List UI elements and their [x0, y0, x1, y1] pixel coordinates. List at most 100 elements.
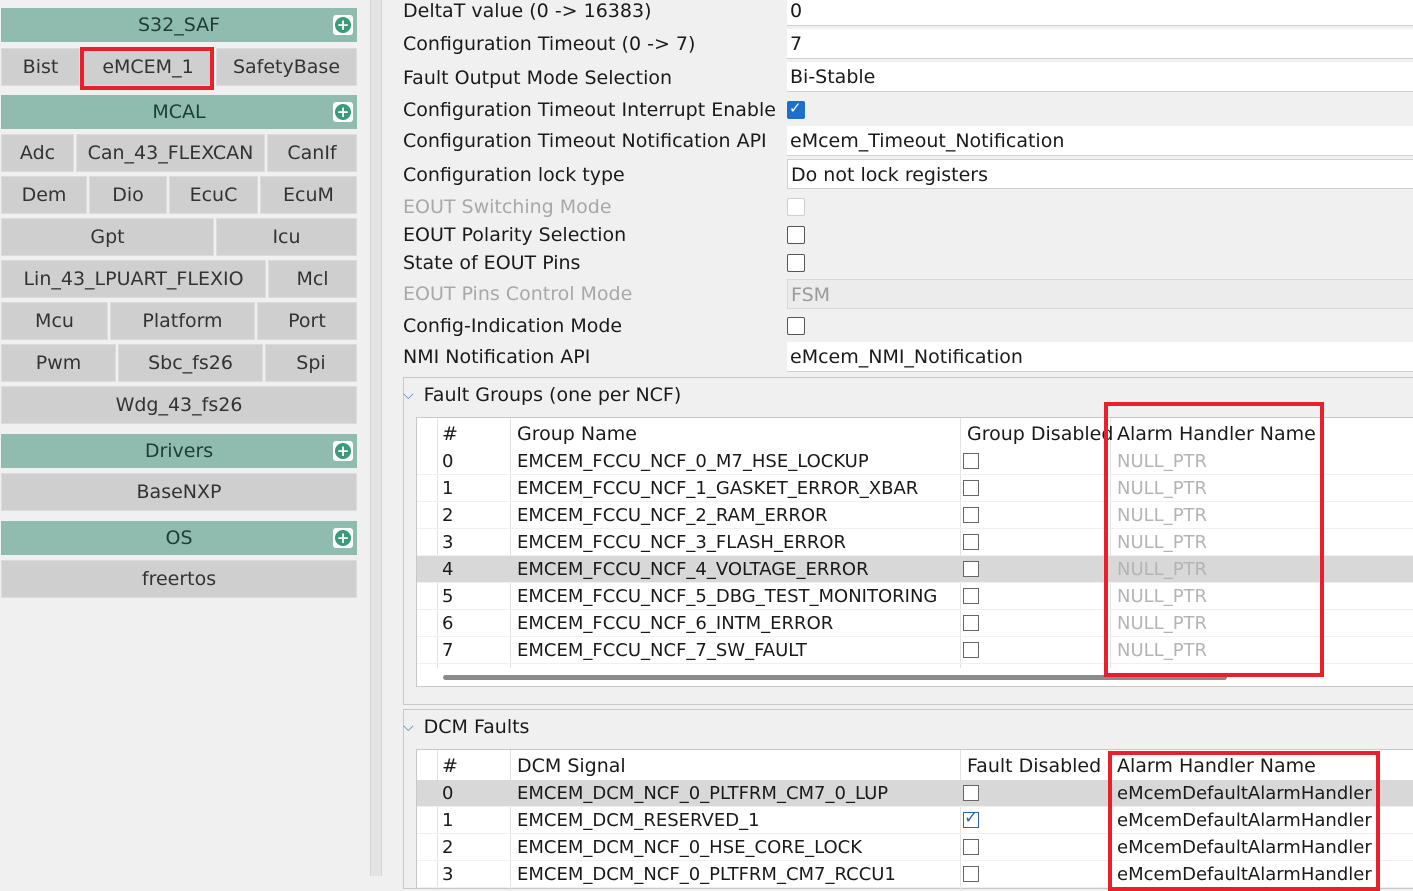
row-disabled-checkbox[interactable]: [963, 556, 979, 582]
prop-label-timeout-notification: Configuration Timeout Notification API: [403, 130, 767, 152]
component-button-safetybase[interactable]: SafetyBase: [216, 48, 357, 86]
prop-label-eout-pins-control: EOUT Pins Control Mode: [403, 283, 633, 305]
prop-input-nmi-notification[interactable]: eMcem_NMI_Notification: [787, 342, 1413, 372]
prop-label-eout-switching: EOUT Switching Mode: [403, 196, 612, 218]
component-button-dem[interactable]: Dem: [1, 176, 87, 214]
row-name: EMCEM_DCM_NCF_0_HSE_CORE_LOCK: [517, 836, 863, 858]
row-disabled-checkbox[interactable]: [963, 834, 979, 860]
component-button-sbc-fs26[interactable]: Sbc_fs26: [118, 344, 263, 382]
plus-circle-icon[interactable]: +: [333, 441, 353, 461]
row-disabled-checkbox[interactable]: [963, 529, 979, 555]
component-button-bist[interactable]: Bist: [1, 48, 80, 86]
row-name: EMCEM_FCCU_NCF_5_DBG_TEST_MONITORING: [517, 585, 938, 607]
column-header-group-disabled: Group Disabled: [967, 423, 1114, 445]
row-disabled-checkbox[interactable]: [963, 780, 979, 806]
column-header-group-name: Group Name: [517, 423, 637, 445]
component-button-can-43-flexcan[interactable]: Can_43_FLEXCAN: [76, 134, 265, 172]
component-button-canif[interactable]: CanIf: [267, 134, 357, 172]
prop-label-lock-type: Configuration lock type: [403, 164, 625, 186]
prop-label-eout-polarity: EOUT Polarity Selection: [403, 224, 627, 246]
row-disabled-checkbox[interactable]: [963, 475, 979, 501]
component-button-basenxp[interactable]: BaseNXP: [1, 473, 357, 511]
column-header-index: #: [442, 755, 458, 777]
row-name: EMCEM_FCCU_NCF_7_SW_FAULT: [517, 639, 807, 661]
column-header-fault-disabled: Fault Disabled: [967, 755, 1102, 777]
component-button-ecum[interactable]: EcuM: [260, 176, 357, 214]
component-button-mcl[interactable]: Mcl: [268, 260, 357, 298]
plus-circle-icon[interactable]: +: [333, 15, 353, 35]
prop-checkbox-config-indication[interactable]: [787, 317, 805, 335]
row-disabled-checkbox[interactable]: [963, 861, 979, 887]
prop-select-lock-type[interactable]: Do not lock registers: [787, 159, 1413, 189]
component-button-wdg-43-fs26[interactable]: Wdg_43_fs26: [1, 386, 357, 424]
group-header-s32-saf[interactable]: S32_SAF +: [1, 8, 357, 42]
component-button-lin-43-lpuart-flexio[interactable]: Lin_43_LPUART_FLEXIO: [1, 260, 266, 298]
component-button-adc[interactable]: Adc: [1, 134, 74, 172]
row-index: 2: [442, 836, 454, 858]
group-title: Drivers: [144, 440, 214, 462]
row-name: EMCEM_FCCU_NCF_0_M7_HSE_LOCKUP: [517, 450, 869, 472]
row-index: 7: [442, 639, 454, 661]
group-title: S32_SAF: [137, 14, 221, 36]
fault-groups-title: Fault Groups (one per NCF): [423, 384, 682, 406]
row-name: EMCEM_FCCU_NCF_3_FLASH_ERROR: [517, 531, 847, 553]
highlight-box-alarm-handler-dcm: [1108, 751, 1380, 891]
prop-label-fault-output-mode: Fault Output Mode Selection: [403, 67, 673, 89]
row-index: 0: [442, 782, 454, 804]
row-index: 2: [442, 504, 454, 526]
component-button-gpt[interactable]: Gpt: [1, 218, 214, 256]
dcm-faults-header[interactable]: ⌵ DCM Faults: [403, 716, 529, 738]
prop-input-deltat[interactable]: 0: [787, 0, 1413, 26]
component-palette: S32_SAF + Bist eMCEM_1 SafetyBase MCAL +…: [0, 0, 370, 876]
component-button-freertos[interactable]: freertos: [1, 560, 357, 598]
group-title: OS: [165, 527, 193, 549]
fault-groups-header[interactable]: ⌵ Fault Groups (one per NCF): [403, 384, 681, 406]
row-index: 3: [442, 863, 454, 885]
prop-input-config-timeout[interactable]: 7: [787, 29, 1413, 59]
group-title: MCAL: [152, 101, 206, 123]
component-button-platform[interactable]: Platform: [110, 302, 255, 340]
prop-input-timeout-notification[interactable]: eMcem_Timeout_Notification: [787, 126, 1413, 156]
row-disabled-checkbox[interactable]: [963, 448, 979, 474]
row-name: EMCEM_FCCU_NCF_1_GASKET_ERROR_XBAR: [517, 477, 919, 499]
row-index: 1: [442, 809, 454, 831]
row-disabled-checkbox[interactable]: [963, 807, 979, 833]
component-button-pwm[interactable]: Pwm: [1, 344, 116, 382]
chevron-down-icon[interactable]: ⌵: [403, 387, 414, 403]
row-disabled-checkbox[interactable]: [963, 502, 979, 528]
row-index: 6: [442, 612, 454, 634]
row-index: 4: [442, 558, 454, 580]
component-button-port[interactable]: Port: [257, 302, 357, 340]
row-index: 0: [442, 450, 454, 472]
chevron-down-icon[interactable]: ⌵: [403, 719, 414, 735]
row-index: 1: [442, 477, 454, 499]
column-header-index: #: [442, 423, 458, 445]
group-header-mcal[interactable]: MCAL +: [1, 95, 357, 129]
group-header-os[interactable]: OS +: [1, 521, 357, 555]
row-disabled-checkbox[interactable]: [963, 610, 979, 636]
component-button-dio[interactable]: Dio: [89, 176, 167, 214]
plus-circle-icon[interactable]: +: [333, 528, 353, 548]
component-button-mcu[interactable]: Mcu: [1, 302, 108, 340]
row-disabled-checkbox[interactable]: [963, 637, 979, 663]
highlight-box-alarm-handler-groups: [1104, 402, 1324, 677]
row-disabled-checkbox[interactable]: [963, 583, 979, 609]
prop-label-timeout-interrupt: Configuration Timeout Interrupt Enable: [403, 99, 776, 121]
group-header-drivers[interactable]: Drivers +: [1, 434, 357, 468]
component-button-spi[interactable]: Spi: [265, 344, 357, 382]
panel-splitter[interactable]: [370, 0, 382, 876]
properties-panel: DeltaT value (0 -> 16383) 0 Configuratio…: [382, 0, 1413, 891]
plus-circle-icon[interactable]: +: [333, 102, 353, 122]
prop-checkbox-timeout-interrupt[interactable]: [787, 99, 805, 119]
prop-checkbox-eout-polarity[interactable]: [787, 226, 805, 244]
component-button-ecuc[interactable]: EcuC: [169, 176, 258, 214]
column-header-dcm-signal: DCM Signal: [517, 755, 626, 777]
prop-checkbox-eout-switching: [787, 198, 805, 216]
prop-select-fault-output-mode[interactable]: Bi-Stable: [787, 62, 1413, 92]
prop-checkbox-eout-state[interactable]: [787, 254, 805, 272]
dcm-faults-title: DCM Faults: [423, 716, 530, 738]
highlight-box-emcem: [80, 47, 214, 90]
row-name: EMCEM_DCM_RESERVED_1: [517, 809, 760, 831]
component-button-icu[interactable]: Icu: [216, 218, 357, 256]
row-name: EMCEM_FCCU_NCF_6_INTM_ERROR: [517, 612, 834, 634]
